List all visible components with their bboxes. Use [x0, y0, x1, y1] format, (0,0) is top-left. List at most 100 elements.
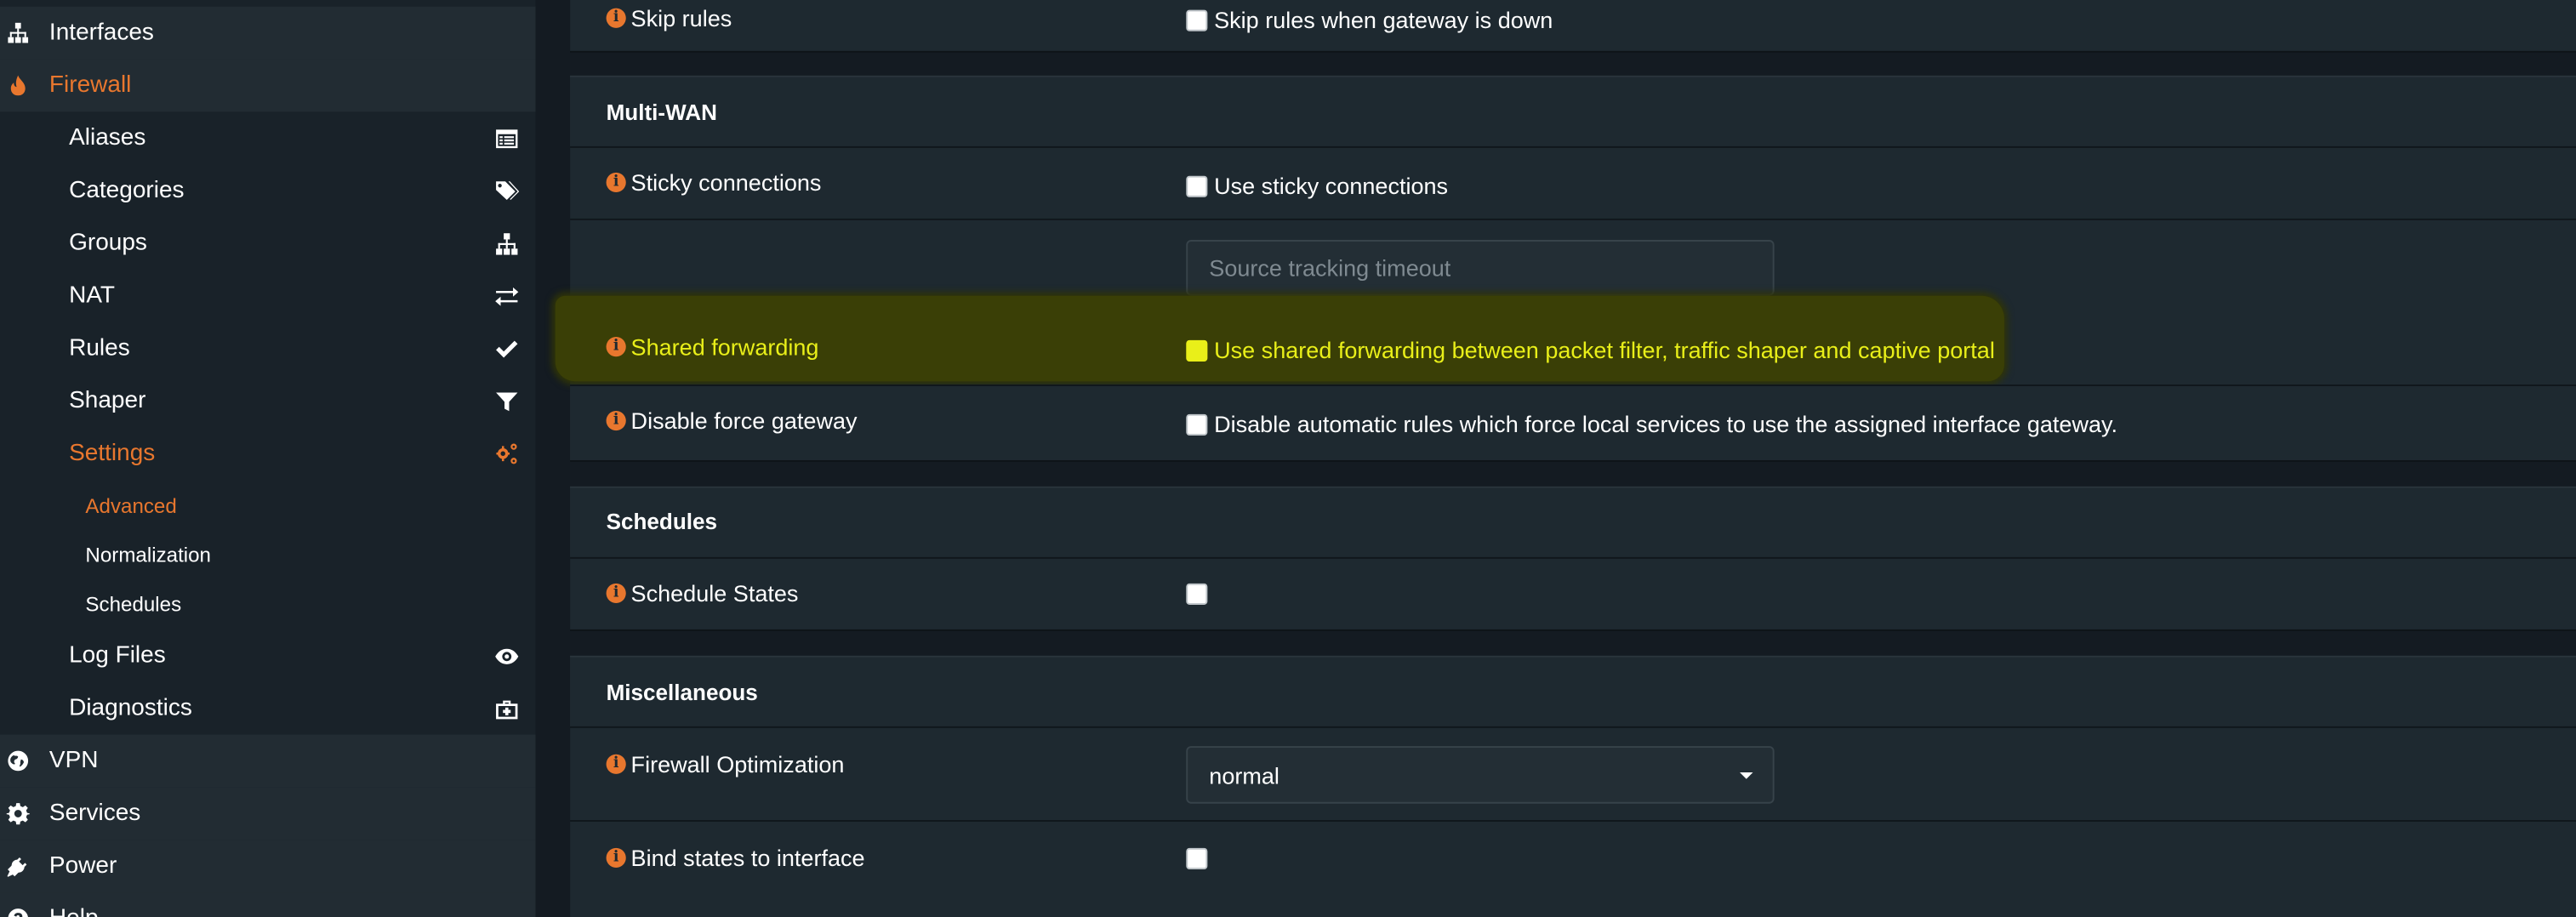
- setting-row-sticky-connections: i Sticky connections Use sticky connecti…: [570, 145, 2576, 220]
- nav-label: Interfaces: [48, 20, 154, 47]
- schedule-states-checkbox[interactable]: [1186, 583, 1208, 605]
- skip-rules-checkbox-field: Skip rules when gateway is down: [1186, 7, 1553, 33]
- shared-forwarding-checkbox-field: Use shared forwarding between packet fil…: [1186, 337, 1995, 363]
- cogs-icon: [493, 441, 519, 467]
- nav-schedules[interactable]: Schedules: [0, 580, 536, 629]
- check-icon: [493, 335, 519, 362]
- medkit-icon: [493, 695, 519, 721]
- label-text: Disable force gateway: [630, 407, 858, 435]
- setting-row-skip-rules: i Skip rules Skip rules when gateway is …: [570, 0, 2576, 51]
- info-icon[interactable]: i: [606, 8, 626, 28]
- label-text: Schedule States: [630, 579, 799, 607]
- sitemap-icon: [7, 21, 30, 44]
- disable-force-gateway-checkbox-field: Disable automatic rules which force loca…: [1186, 411, 2117, 437]
- info-icon[interactable]: i: [606, 410, 626, 431]
- fire-icon: [7, 74, 30, 97]
- setting-row-firewall-optimization: i Firewall Optimization normal: [570, 726, 2576, 822]
- nav-diagnostics[interactable]: Diagnostics: [0, 682, 536, 735]
- setting-label: i Shared forwarding: [606, 333, 819, 361]
- setting-label: i Schedule States: [606, 579, 799, 607]
- nav-label: Firewall: [48, 72, 132, 99]
- section-title: Multi-WAN: [606, 100, 717, 125]
- filter-icon: [493, 388, 519, 414]
- globe-icon: [7, 749, 30, 772]
- list-icon: [493, 125, 519, 151]
- label-text: Bind states to interface: [630, 844, 865, 871]
- nav-label: Help: [49, 905, 99, 917]
- nav-settings[interactable]: Settings: [0, 427, 536, 480]
- nav-advanced[interactable]: Advanced: [0, 481, 536, 531]
- panel-gateway: i Skip rules Skip rules when gateway is …: [570, 0, 2576, 51]
- nav-power[interactable]: Power: [0, 840, 536, 893]
- sidebar: Interfaces Firewall Aliases Categories G…: [0, 0, 536, 917]
- schedule-states-checkbox-field: [1186, 583, 1214, 605]
- firewall-optimization-select[interactable]: normal: [1186, 746, 1775, 804]
- nav-categories[interactable]: Categories: [0, 164, 536, 217]
- section-header: Miscellaneous: [570, 657, 2576, 726]
- nav-label: NAT: [69, 282, 116, 310]
- checkbox-label: Use shared forwarding between packet fil…: [1214, 337, 1995, 363]
- nav-log-files[interactable]: Log Files: [0, 629, 536, 682]
- sitemap-icon: [493, 230, 519, 256]
- eye-icon: [493, 642, 519, 669]
- nav-label: Rules: [69, 335, 130, 362]
- setting-label: i Disable force gateway: [606, 407, 858, 435]
- nav-nat[interactable]: NAT: [0, 270, 536, 322]
- section-header: Schedules: [570, 487, 2576, 557]
- nav-label: Diagnostics: [69, 695, 192, 722]
- nav-label: Schedules: [85, 593, 182, 617]
- setting-row-disable-force-gateway: i Disable force gateway Disable automati…: [570, 384, 2576, 460]
- nav-label: Groups: [69, 230, 147, 257]
- info-icon[interactable]: i: [606, 754, 626, 774]
- info-icon[interactable]: i: [606, 847, 626, 869]
- label-text: Skip rules: [630, 4, 732, 31]
- disable-force-gateway-checkbox[interactable]: [1186, 413, 1208, 435]
- nav-interfaces[interactable]: Interfaces: [0, 6, 536, 60]
- nav-aliases[interactable]: Aliases: [0, 111, 536, 164]
- skip-rules-checkbox[interactable]: [1186, 9, 1208, 31]
- setting-label: i Skip rules: [606, 4, 732, 31]
- section-header: Multi-WAN: [570, 77, 2576, 146]
- nav-label: Shaper: [69, 387, 146, 414]
- gear-icon: [6, 802, 30, 825]
- nav-services[interactable]: Services: [0, 787, 536, 840]
- section-title: Schedules: [606, 509, 717, 534]
- nav-label: Categories: [69, 177, 185, 204]
- sticky-checkbox-field: Use sticky connections: [1186, 173, 1448, 199]
- checkbox-label: Use sticky connections: [1214, 172, 1449, 199]
- nav-label: Power: [48, 852, 117, 880]
- checkbox-label: Skip rules when gateway is down: [1214, 6, 1553, 33]
- nav-vpn[interactable]: VPN: [0, 734, 536, 788]
- nav-rules[interactable]: Rules: [0, 322, 536, 375]
- checkbox-label: Disable automatic rules which force loca…: [1214, 410, 2118, 437]
- help-icon: [7, 907, 30, 917]
- tags-icon: [493, 178, 519, 204]
- nav-label: VPN: [48, 748, 99, 774]
- exchange-icon: [493, 282, 519, 309]
- setting-label: i Firewall Optimization: [606, 750, 845, 777]
- info-icon[interactable]: i: [606, 337, 626, 357]
- shared-forwarding-checkbox[interactable]: [1186, 339, 1208, 362]
- bind-states-checkbox[interactable]: [1186, 847, 1208, 869]
- nav-normalization[interactable]: Normalization: [0, 531, 536, 580]
- bind-states-checkbox-field: [1186, 847, 1214, 869]
- panel-miscellaneous: Miscellaneous i Firewall Optimization no…: [570, 655, 2576, 917]
- label-text: Firewall Optimization: [630, 750, 845, 777]
- setting-row-shared-forwarding: i Shared forwarding Use shared forwardin…: [570, 310, 2576, 383]
- label-text: Shared forwarding: [630, 333, 819, 361]
- info-icon[interactable]: i: [606, 172, 626, 193]
- plug-icon: [7, 855, 30, 878]
- sticky-connections-checkbox[interactable]: [1186, 174, 1208, 196]
- setting-label: i Sticky connections: [606, 168, 822, 196]
- panel-schedules: Schedules i Schedule States: [570, 486, 2576, 629]
- info-icon[interactable]: i: [606, 583, 626, 604]
- nav-groups[interactable]: Groups: [0, 217, 536, 270]
- setting-label: i Bind states to interface: [606, 844, 865, 871]
- label-text: Sticky connections: [630, 168, 822, 196]
- nav-label: Log Files: [69, 642, 166, 669]
- nav-help[interactable]: Help: [0, 892, 536, 917]
- nav-firewall[interactable]: Firewall: [0, 59, 536, 112]
- nav-label: Normalization: [85, 544, 211, 567]
- nav-shaper[interactable]: Shaper: [0, 374, 536, 427]
- source-tracking-timeout-input[interactable]: Source tracking timeout: [1186, 240, 1775, 296]
